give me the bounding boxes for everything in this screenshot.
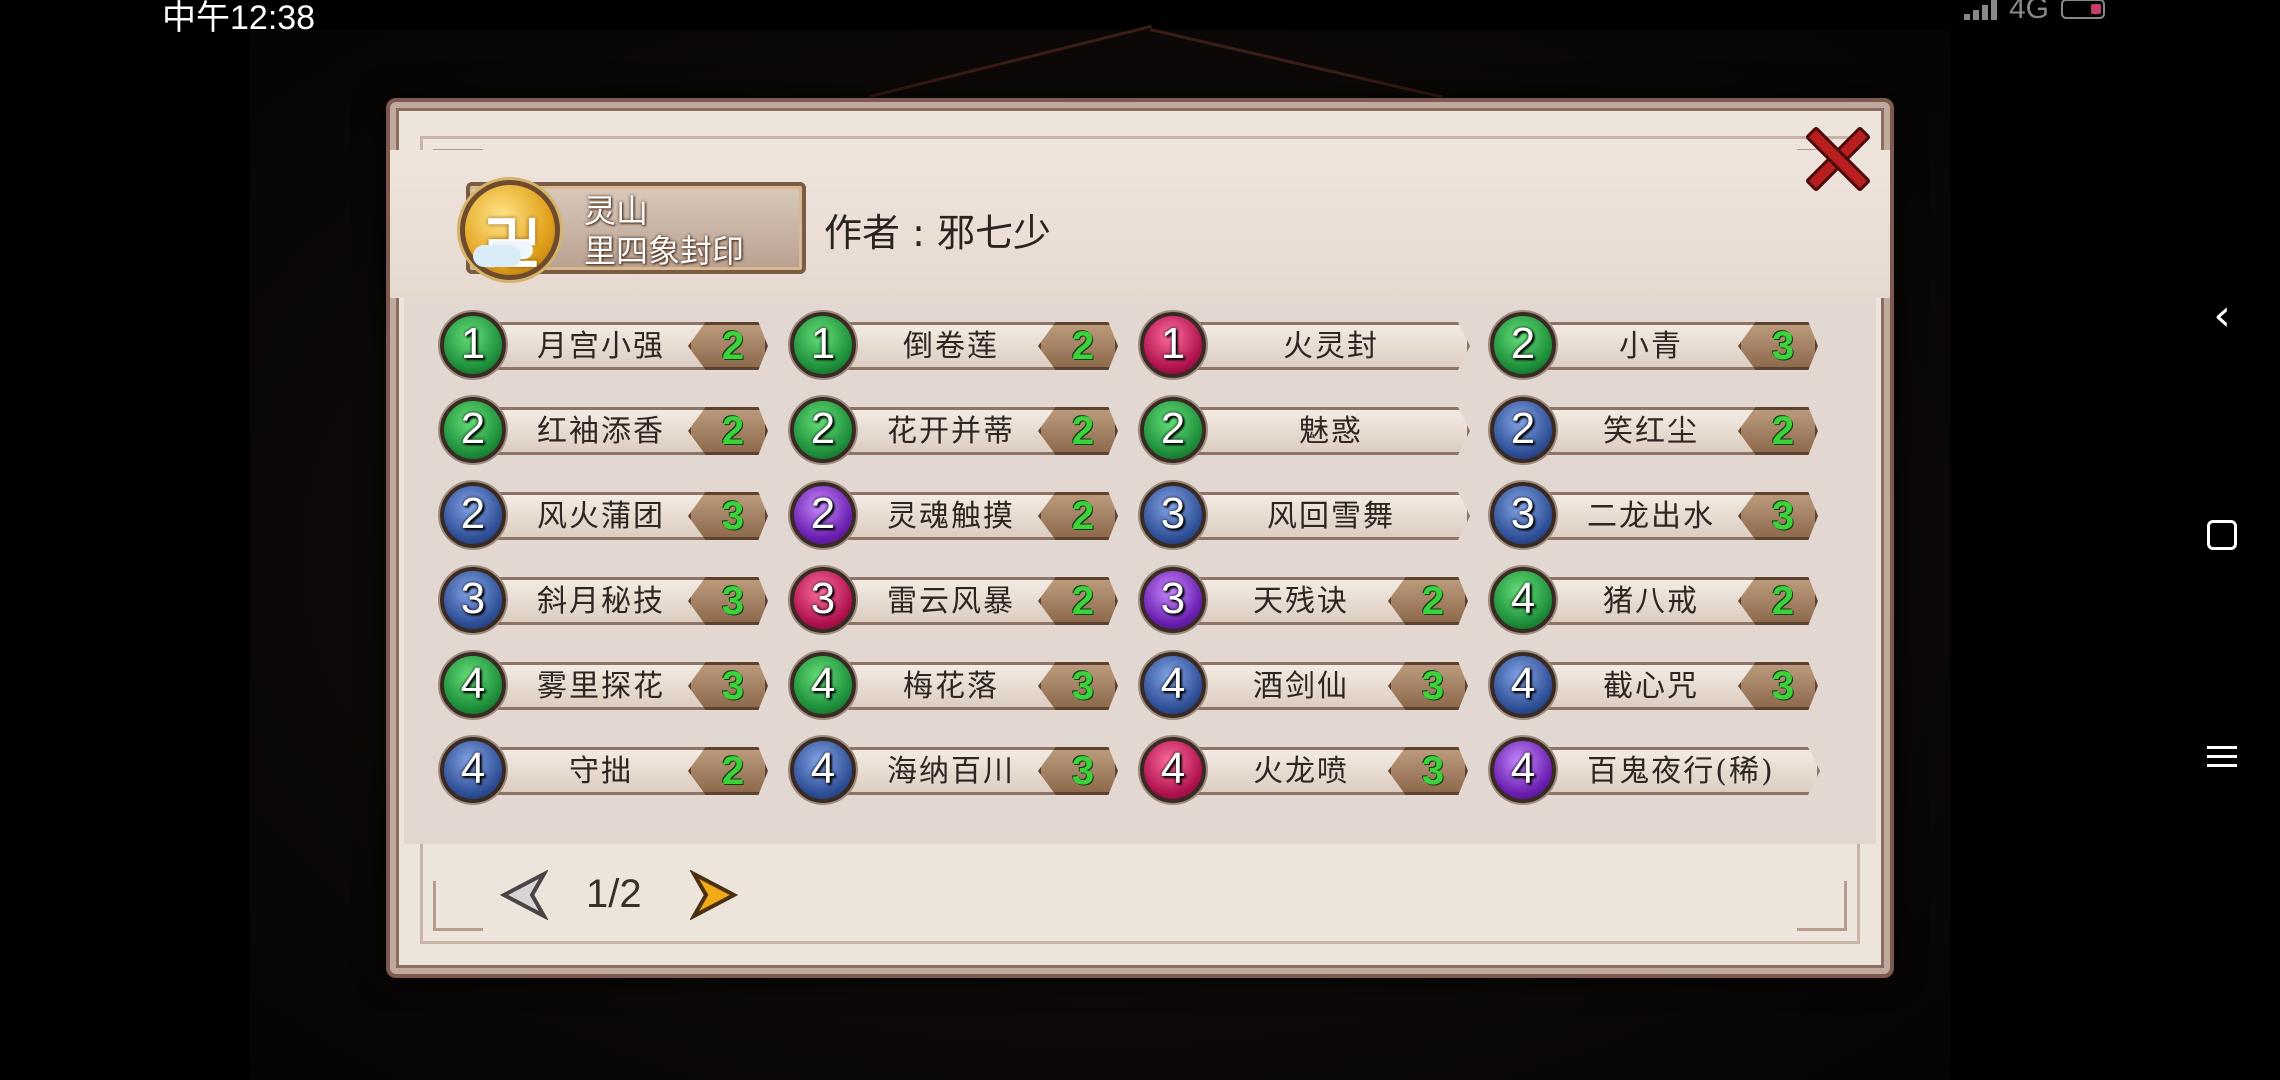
skill-card[interactable]: 月宫小强 2 1 (440, 312, 768, 378)
seal-icon: 卍 (460, 180, 560, 280)
skill-level-badge: 4 (1490, 652, 1556, 718)
signal-icon (1963, 0, 1997, 20)
skill-level-badge: 4 (1490, 567, 1556, 633)
skill-card[interactable]: 梅花落 3 4 (790, 652, 1118, 718)
skill-name: 雷云风暴 (887, 584, 1015, 619)
pagination: 1/2 (390, 850, 1890, 944)
skill-card[interactable]: 猪八戒 2 4 (1490, 567, 1818, 633)
skill-name: 小青 (1619, 329, 1683, 364)
skill-name: 花开并蒂 (887, 414, 1015, 449)
skill-name: 梅花落 (903, 669, 999, 704)
skill-name: 火龙喷 (1253, 754, 1349, 789)
status-time: 中午12:38 (162, 0, 316, 37)
skill-card[interactable]: 雷云风暴 2 3 (790, 567, 1118, 633)
cloud-icon (473, 245, 521, 267)
deck-dialog: 卍 灵山 里四象封印 作者 : 邪七少 月宫小强 2 1 倒卷莲 2 1 火灵封 1 小青 3 2 红… (386, 98, 1894, 978)
skill-card[interactable]: 花开并蒂 2 2 (790, 397, 1118, 463)
skill-name: 风火蒲团 (537, 499, 665, 534)
skill-name: 守拙 (569, 754, 633, 789)
skill-name: 海纳百川 (887, 754, 1015, 789)
skill-card[interactable]: 斜月秘技 3 3 (440, 567, 768, 633)
skill-name: 猪八戒 (1603, 584, 1699, 619)
skill-level-badge: 2 (440, 482, 506, 548)
skill-card[interactable]: 小青 3 2 (1490, 312, 1818, 378)
status-indicators: 4G (1963, 0, 2105, 26)
skill-card[interactable]: 风回雪舞 3 (1140, 482, 1470, 548)
skill-name: 倒卷莲 (903, 329, 999, 364)
skill-name: 月宫小强 (537, 329, 665, 364)
skill-card[interactable]: 红袖添香 2 2 (440, 397, 768, 463)
prev-page-icon[interactable] (500, 870, 548, 920)
skill-level-badge: 4 (1140, 652, 1206, 718)
skill-card[interactable]: 灵魂触摸 2 2 (790, 482, 1118, 548)
skill-card[interactable]: 守拙 2 4 (440, 737, 768, 803)
skill-level-badge: 1 (790, 312, 856, 378)
menu-icon[interactable] (2192, 738, 2252, 775)
skill-level-badge: 2 (790, 482, 856, 548)
skill-grid: 月宫小强 2 1 倒卷莲 2 1 火灵封 1 小青 3 2 红袖添香 2 2 花开并蒂 2 2 魅惑 2 笑红尘 2 2 风… (404, 298, 1876, 844)
skill-card[interactable]: 火龙喷 3 4 (1140, 737, 1468, 803)
skill-level-badge: 2 (440, 397, 506, 463)
skill-card[interactable]: 截心咒 3 4 (1490, 652, 1818, 718)
skill-card[interactable]: 百鬼夜行(稀) 4 (1490, 737, 1820, 803)
skill-name: 酒剑仙 (1253, 669, 1349, 704)
skill-level-badge: 4 (440, 737, 506, 803)
skill-card[interactable]: 风火蒲团 3 2 (440, 482, 768, 548)
skill-card[interactable]: 酒剑仙 3 4 (1140, 652, 1468, 718)
skill-name: 天残诀 (1253, 584, 1349, 619)
skill-level-badge: 3 (440, 567, 506, 633)
skill-card[interactable]: 天残诀 2 3 (1140, 567, 1468, 633)
page-indicator: 1/2 (586, 872, 642, 916)
skill-level-badge: 2 (1490, 312, 1556, 378)
skill-level-badge: 3 (1140, 567, 1206, 633)
skill-card[interactable]: 倒卷莲 2 1 (790, 312, 1118, 378)
skill-name: 笑红尘 (1603, 414, 1699, 449)
skill-name: 二龙出水 (1587, 499, 1715, 534)
skill-card[interactable]: 二龙出水 3 3 (1490, 482, 1818, 548)
author-label: 作者 : 邪七少 (824, 211, 1051, 255)
skill-name: 百鬼夜行(稀) (1587, 754, 1775, 789)
skill-card[interactable]: 魅惑 2 (1140, 397, 1470, 463)
seal-glyph: 卍 (483, 210, 542, 278)
skill-level-badge: 4 (1140, 737, 1206, 803)
next-page-icon[interactable] (690, 870, 738, 920)
skill-card[interactable]: 海纳百川 3 4 (790, 737, 1118, 803)
skill-level-badge: 2 (1490, 397, 1556, 463)
skill-level-badge: 3 (790, 567, 856, 633)
skill-name: 雾里探花 (537, 669, 665, 704)
skill-name: 灵魂触摸 (887, 499, 1015, 534)
network-label: 4G (2008, 0, 2049, 25)
battery-icon (2061, 0, 2105, 19)
skill-name: 风回雪舞 (1267, 499, 1395, 534)
skill-level-badge: 2 (1140, 397, 1206, 463)
skill-level-badge: 4 (440, 652, 506, 718)
skill-level-badge: 3 (1490, 482, 1556, 548)
skill-name: 魅惑 (1299, 414, 1363, 449)
close-button[interactable] (1800, 124, 1872, 194)
skill-card[interactable]: 火灵封 1 (1140, 312, 1470, 378)
skill-level-badge: 1 (1140, 312, 1206, 378)
skill-name: 截心咒 (1603, 669, 1699, 704)
skill-level-badge: 4 (1490, 737, 1556, 803)
skill-card[interactable]: 笑红尘 2 2 (1490, 397, 1818, 463)
skill-card[interactable]: 雾里探花 3 4 (440, 652, 768, 718)
skill-name: 斜月秘技 (537, 584, 665, 619)
home-icon[interactable] (2192, 512, 2252, 558)
seal-name: 里四象封印 (584, 232, 745, 270)
skill-level-badge: 1 (440, 312, 506, 378)
skill-level-badge: 2 (790, 397, 856, 463)
skill-level-badge: 3 (1140, 482, 1206, 548)
back-icon[interactable]: ‹ (2192, 290, 2252, 341)
skill-level-badge: 4 (790, 737, 856, 803)
skill-level-badge: 4 (790, 652, 856, 718)
skill-name: 火灵封 (1283, 329, 1379, 364)
skill-name: 红袖添香 (537, 414, 665, 449)
